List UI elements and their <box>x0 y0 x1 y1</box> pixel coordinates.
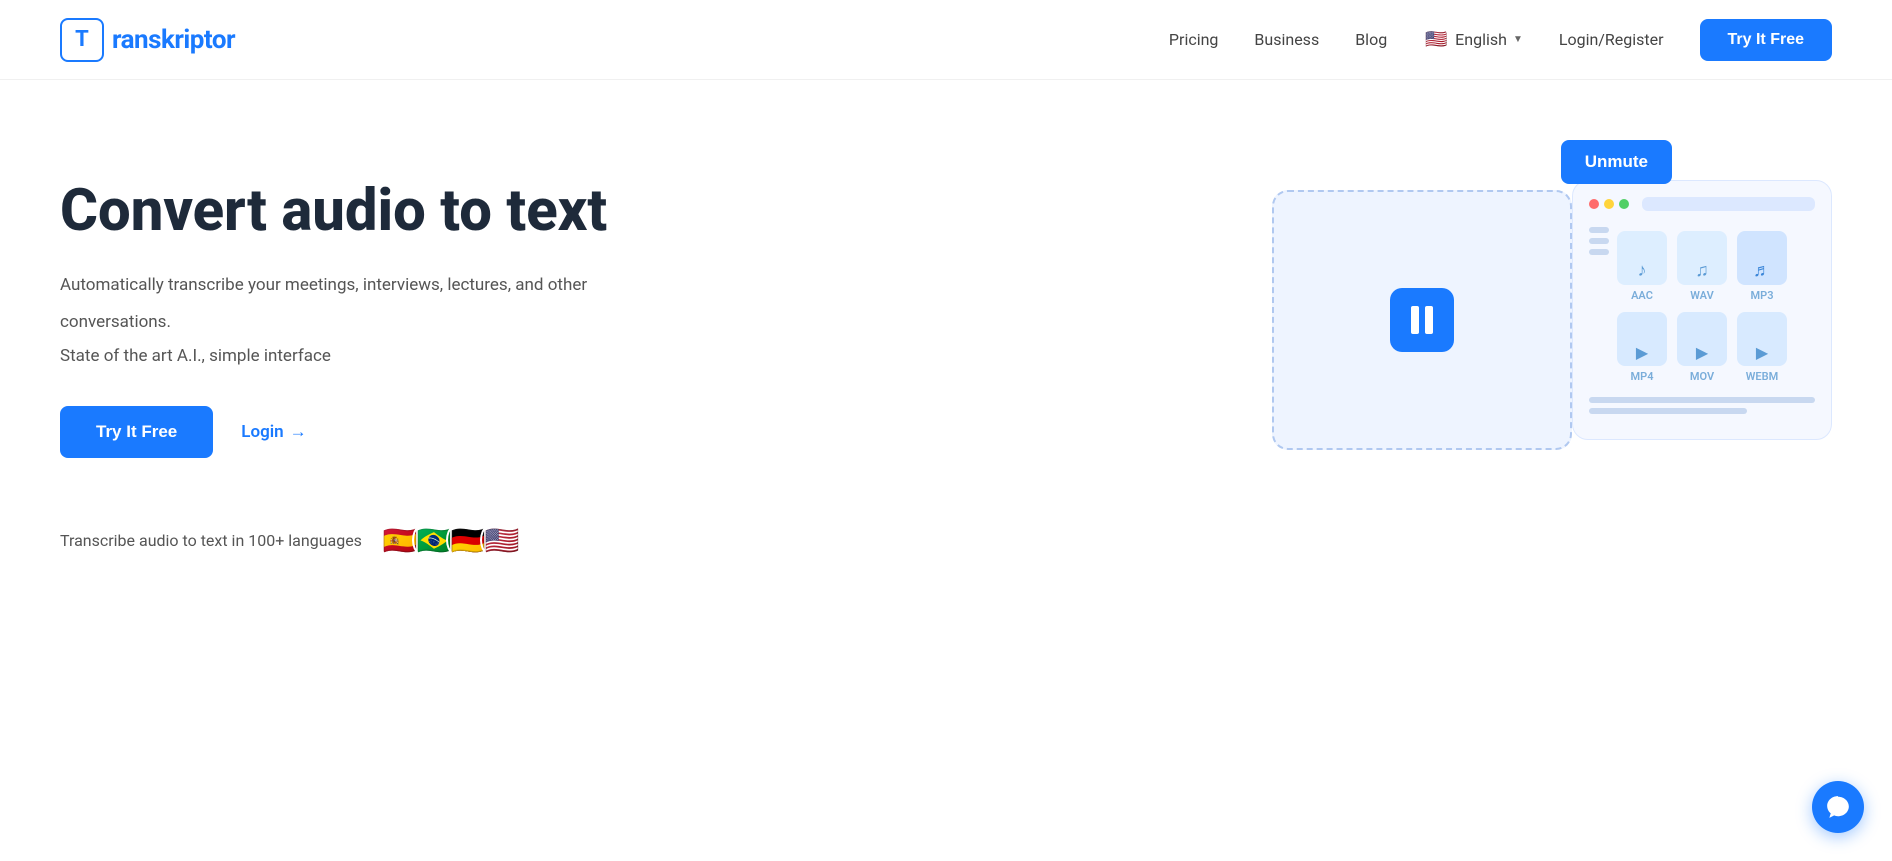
format-icon-mp3: ♬ <box>1737 231 1787 285</box>
language-flag: 🇺🇸 <box>1423 27 1449 53</box>
flags-cluster: 🇪🇸 🇧🇷 🇩🇪 🇺🇸 <box>378 518 524 562</box>
arrow-icon: → <box>290 422 307 442</box>
text-line <box>1589 249 1609 255</box>
logo-link[interactable]: T ranskriptor <box>60 18 235 62</box>
search-bar-mini <box>1642 197 1815 211</box>
nav-business[interactable]: Business <box>1254 30 1319 49</box>
unmute-button[interactable]: Unmute <box>1561 140 1672 184</box>
format-label-mov: MOV <box>1690 370 1714 383</box>
format-mp4: ▶ MP4 <box>1617 312 1667 383</box>
format-wav: ♫ WAV <box>1677 231 1727 302</box>
text-line-bottom <box>1589 397 1815 403</box>
languages-text: Transcribe audio to text in 100+ languag… <box>60 531 362 550</box>
format-mp3: ♬ MP3 <box>1737 231 1787 302</box>
languages-row: Transcribe audio to text in 100+ languag… <box>60 518 607 562</box>
login-register-link[interactable]: Login/Register <box>1559 30 1664 49</box>
format-icon-wav: ♫ <box>1677 231 1727 285</box>
format-mov: ▶ MOV <box>1677 312 1727 383</box>
login-arrow-link[interactable]: Login → <box>241 422 306 442</box>
browser-dots <box>1589 197 1815 211</box>
language-label: English <box>1455 30 1507 49</box>
format-label-wav: WAV <box>1690 289 1713 302</box>
formats-card: ♪ AAC ♫ WAV ♬ <box>1572 180 1832 440</box>
chevron-down-icon: ▼ <box>1513 34 1523 45</box>
flag-us: 🇺🇸 <box>480 518 524 562</box>
format-label-mp4: MP4 <box>1631 370 1654 383</box>
pause-bar-left <box>1411 306 1419 334</box>
format-label-aac: AAC <box>1631 289 1653 302</box>
format-icon-mp4: ▶ <box>1617 312 1667 366</box>
dot-yellow <box>1604 199 1614 209</box>
format-aac: ♪ AAC <box>1617 231 1667 302</box>
text-line <box>1589 227 1609 233</box>
hero-title: Convert audio to text <box>60 180 607 244</box>
text-line-bottom2 <box>1589 408 1747 414</box>
pause-bar-right <box>1425 306 1433 334</box>
logo-text: ranskriptor <box>112 25 235 55</box>
format-label-webm: WEBM <box>1746 370 1778 383</box>
format-label-mp3: MP3 <box>1751 289 1774 302</box>
format-icon-webm: ▶ <box>1737 312 1787 366</box>
format-icon-aac: ♪ <box>1617 231 1667 285</box>
dot-green <box>1619 199 1629 209</box>
hero-section: Convert audio to text Automatically tran… <box>0 80 1892 622</box>
language-selector[interactable]: 🇺🇸 English ▼ <box>1423 27 1523 53</box>
format-webm: ▶ WEBM <box>1737 312 1787 383</box>
play-pause-button[interactable] <box>1390 288 1454 352</box>
hero-left: Convert audio to text Automatically tran… <box>60 160 607 562</box>
format-icon-mov: ▶ <box>1677 312 1727 366</box>
nav-pricing[interactable]: Pricing <box>1169 30 1219 49</box>
chat-icon <box>1825 794 1851 820</box>
hero-illustration: Unmute <box>1272 140 1832 560</box>
pause-icon <box>1411 306 1433 334</box>
try-it-free-nav-button[interactable]: Try It Free <box>1700 19 1832 61</box>
dot-red <box>1589 199 1599 209</box>
hero-buttons: Try It Free Login → <box>60 406 607 458</box>
hero-subtitle-3: State of the art A.I., simple interface <box>60 346 607 366</box>
formats-grid: ♪ AAC ♫ WAV ♬ <box>1617 231 1787 383</box>
navbar: T ranskriptor Pricing Business Blog 🇺🇸 E… <box>0 0 1892 80</box>
logo-icon: T <box>60 18 104 62</box>
nav-links: Pricing Business Blog 🇺🇸 English ▼ Login… <box>1169 19 1832 61</box>
try-it-free-hero-button[interactable]: Try It Free <box>60 406 213 458</box>
player-card <box>1272 190 1572 450</box>
chat-bubble-button[interactable] <box>1812 781 1864 833</box>
text-line <box>1589 238 1609 244</box>
nav-blog[interactable]: Blog <box>1355 30 1387 49</box>
hero-subtitle-2: conversations. <box>60 309 607 336</box>
hero-subtitle-1: Automatically transcribe your meetings, … <box>60 272 607 299</box>
